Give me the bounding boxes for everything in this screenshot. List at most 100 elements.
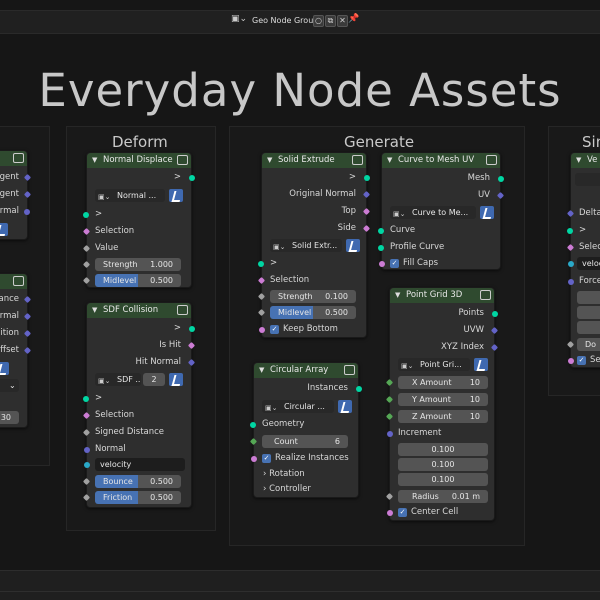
geometry-input-socket[interactable] bbox=[83, 396, 89, 402]
node-header[interactable] bbox=[0, 151, 27, 166]
increment-x-field[interactable]: 0.100 bbox=[398, 443, 488, 456]
force-x-field[interactable] bbox=[577, 291, 600, 304]
velocity-attribute-field[interactable]: velocity bbox=[95, 458, 185, 471]
collapse-chevron-icon[interactable]: ▼ bbox=[267, 153, 272, 168]
increment-y-field[interactable]: 0.100 bbox=[398, 458, 488, 471]
dropdown[interactable] bbox=[575, 173, 600, 186]
collapse-chevron-icon[interactable]: ▼ bbox=[576, 153, 581, 168]
geometry-output-socket[interactable] bbox=[189, 326, 195, 332]
realize-instances-socket[interactable] bbox=[251, 456, 257, 462]
profile-curve-socket[interactable] bbox=[378, 245, 384, 251]
collapse-chevron-icon[interactable]: ▼ bbox=[387, 153, 392, 168]
collapse-chevron-icon[interactable]: ▼ bbox=[395, 288, 400, 303]
node-point-grid-3d[interactable]: ▼ Point Grid 3D Points UVW XYZ Index ▣⌄ Po… bbox=[385, 287, 499, 521]
geometry-input-socket[interactable] bbox=[250, 422, 256, 428]
controller-expander[interactable]: › Controller bbox=[263, 484, 311, 494]
keep-bottom-checkbox[interactable]: ✓ bbox=[270, 325, 279, 334]
shield-icon[interactable]: ○ bbox=[313, 15, 324, 27]
geometry-input-socket[interactable] bbox=[567, 228, 573, 234]
y-amount-field[interactable]: Y Amount 10 bbox=[398, 393, 488, 406]
points-output-socket[interactable] bbox=[492, 311, 498, 317]
node-sdf-collision[interactable]: ▼ SDF Collision > Is Hit Hit Normal ▣⌄ SDF… bbox=[82, 302, 196, 508]
value-field[interactable]: 30 bbox=[0, 411, 19, 424]
checkbox-socket[interactable] bbox=[568, 358, 574, 364]
strength-field[interactable]: Strength 0.100 bbox=[270, 290, 356, 303]
velocity-socket[interactable] bbox=[84, 462, 90, 468]
node-curve-to-mesh-uv[interactable]: ▼ Curve to Mesh UV Mesh UV ▣⌄ Curve to Me.… bbox=[378, 152, 505, 270]
node-group-name[interactable]: Geo Node Groups bbox=[252, 14, 323, 28]
node-solid-extrude[interactable]: ▼ Solid Extrude > Original Normal Top Sid… bbox=[257, 152, 371, 338]
mesh-output-socket[interactable] bbox=[498, 176, 504, 182]
x-amount-field[interactable]: X Amount 10 bbox=[398, 376, 488, 389]
geometry-output-socket[interactable] bbox=[364, 175, 370, 181]
force-z-field[interactable] bbox=[577, 321, 600, 334]
curve-input-socket[interactable] bbox=[378, 228, 384, 234]
node-group-button[interactable] bbox=[480, 206, 494, 219]
collapse-chevron-icon[interactable]: ▼ bbox=[92, 153, 97, 168]
radius-field[interactable]: Radius 0.01 m bbox=[398, 490, 488, 503]
instances-output-socket[interactable] bbox=[356, 386, 362, 392]
force-socket[interactable] bbox=[568, 279, 574, 285]
increment-z-field[interactable]: 0.100 bbox=[398, 473, 488, 486]
node-header[interactable] bbox=[0, 274, 27, 289]
fill-caps-checkbox[interactable]: ✓ bbox=[390, 259, 399, 268]
center-cell-checkbox[interactable]: ✓ bbox=[398, 508, 407, 517]
node-group-dropdown[interactable]: ▣⌄ Solid Extr... bbox=[270, 239, 342, 252]
node-header[interactable]: ▼ Circular Array bbox=[254, 363, 358, 378]
node-header[interactable]: ▼ Ve bbox=[571, 153, 600, 168]
bounce-field[interactable]: Bounce 0.500 bbox=[95, 475, 181, 488]
keep-bottom-socket[interactable] bbox=[259, 327, 265, 333]
geometry-input-socket[interactable] bbox=[258, 261, 264, 267]
node-circular-array[interactable]: ▼ Circular Array Instances ▣⌄ Circular ...… bbox=[249, 362, 362, 498]
duplicate-icon[interactable]: ⧉ bbox=[325, 15, 336, 27]
user-count[interactable]: 2 bbox=[143, 373, 165, 386]
center-cell-socket[interactable] bbox=[387, 510, 393, 516]
friction-field[interactable]: Friction 0.500 bbox=[95, 491, 181, 504]
collapse-chevron-icon[interactable]: ▼ bbox=[259, 363, 264, 378]
output-socket[interactable] bbox=[24, 209, 30, 215]
node-group-dropdown[interactable]: ▣⌄ Normal ... bbox=[95, 189, 165, 202]
count-field[interactable]: Count 6 bbox=[262, 435, 348, 448]
node-header[interactable]: ▼ Solid Extrude bbox=[262, 153, 366, 168]
geometry-input-socket[interactable] bbox=[83, 212, 89, 218]
collapse-chevron-icon[interactable]: ▼ bbox=[92, 303, 97, 318]
node-header[interactable]: ▼ Curve to Mesh UV bbox=[382, 153, 500, 168]
midlevel-field[interactable]: Midlevel 0.500 bbox=[95, 274, 181, 287]
velocity-attribute-field[interactable]: veloc bbox=[577, 257, 600, 270]
close-icon[interactable]: ✕ bbox=[337, 15, 348, 27]
strength-field[interactable]: Strength 1.000 bbox=[95, 258, 181, 271]
node-group-button[interactable] bbox=[0, 223, 8, 236]
increment-socket[interactable] bbox=[387, 431, 393, 437]
node-header[interactable]: ▼ Point Grid 3D bbox=[390, 288, 494, 303]
node-header[interactable]: ▼ Normal Displace bbox=[87, 153, 191, 168]
node-normal-displace[interactable]: ▼ Normal Displace > ▣⌄ Normal ... > Select… bbox=[82, 152, 195, 288]
z-amount-field[interactable]: Z Amount 10 bbox=[398, 410, 488, 423]
rotation-expander[interactable]: › Rotation bbox=[263, 469, 305, 479]
checkbox[interactable]: ✓ bbox=[577, 356, 586, 365]
normal-socket[interactable] bbox=[84, 447, 90, 453]
node-group-button[interactable] bbox=[169, 373, 183, 386]
node-left-partial-b[interactable]: ance rmal ition ffset ⌄ 30 bbox=[0, 273, 32, 428]
node-right-partial[interactable]: ▼ Ve Delta > Selec veloc Force Do ✓ Se bbox=[566, 152, 600, 368]
dropdown[interactable]: ⌄ bbox=[0, 379, 19, 392]
node-group-dropdown[interactable]: ▣⌄ Curve to Me... bbox=[390, 206, 476, 219]
force-y-field[interactable] bbox=[577, 306, 600, 319]
velocity-socket[interactable] bbox=[568, 261, 574, 267]
midlevel-field[interactable]: Midlevel 0.500 bbox=[270, 306, 356, 319]
node-group-button[interactable] bbox=[169, 189, 183, 202]
node-header[interactable]: ▼ SDF Collision bbox=[87, 303, 191, 318]
node-group-dropdown[interactable]: ▣⌄ SDF ... bbox=[95, 373, 141, 386]
node-group-dropdown[interactable]: ▣⌄ Circular ... bbox=[262, 400, 334, 413]
fill-caps-socket[interactable] bbox=[379, 261, 385, 267]
node-group-button[interactable] bbox=[338, 400, 352, 413]
node-group-button[interactable] bbox=[0, 362, 9, 375]
geometry-output-socket[interactable] bbox=[189, 175, 195, 181]
node-group-dropdown[interactable]: ▣⌄ Point Gri... bbox=[398, 358, 470, 371]
node-left-partial-a[interactable]: gent gent rmal bbox=[0, 150, 32, 240]
pin-icon[interactable]: 📌 bbox=[348, 14, 359, 24]
node-group-button[interactable] bbox=[474, 358, 488, 371]
node-group-button[interactable] bbox=[346, 239, 360, 252]
realize-instances-checkbox[interactable]: ✓ bbox=[262, 454, 271, 463]
node-editor-icon[interactable]: ▣⌄ bbox=[231, 14, 251, 28]
do-field[interactable]: Do bbox=[577, 338, 600, 351]
